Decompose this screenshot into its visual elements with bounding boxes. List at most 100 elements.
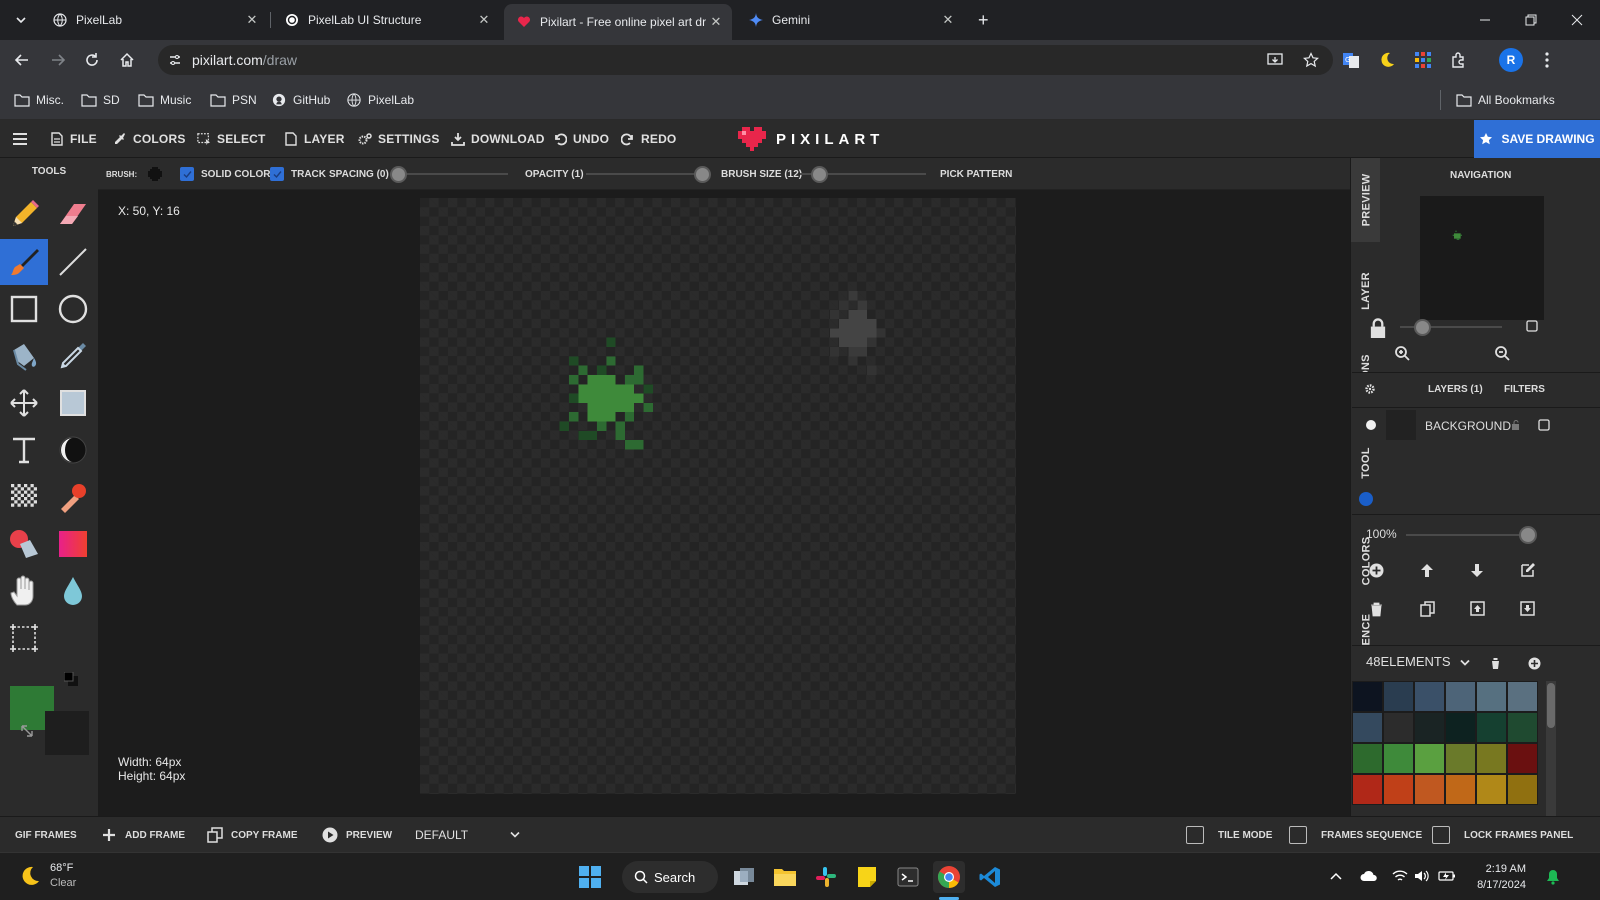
shade-tool[interactable] [49,427,97,473]
palette-swatch[interactable] [1445,743,1476,774]
battery-icon[interactable] [1438,869,1456,883]
new-tab-button[interactable]: + [972,6,1000,34]
menu-settings[interactable]: SETTINGS [358,120,440,158]
wifi-icon[interactable] [1392,869,1408,883]
brush-size-slider-thumb[interactable] [811,166,828,183]
side-tab-preview[interactable]: PREVIEW [1351,158,1381,242]
blur-tool[interactable] [49,568,97,614]
save-drawing-button[interactable]: SAVE DRAWING [1474,120,1600,158]
gear-icon[interactable] [1364,383,1376,395]
solid-color-checkbox[interactable]: SOLID COLOR [180,158,270,190]
palette-swatch[interactable] [1352,712,1383,743]
layer-row[interactable]: BACKGROUND [1352,408,1600,442]
text-tool[interactable] [0,427,48,473]
close-window-icon[interactable] [1554,0,1600,40]
lock-icon[interactable] [1368,318,1388,338]
spacing-slider-track[interactable] [398,173,508,175]
frames-sequence-checkbox[interactable]: FRAMES SEQUENCE [1289,817,1422,853]
windows-start-icon[interactable] [574,861,606,893]
palette-swatch[interactable] [1352,774,1383,805]
edit-layer-icon[interactable] [1520,562,1536,578]
bookmark-github[interactable]: GitHub [271,90,330,110]
frame-mode-select[interactable]: DEFAULT [415,817,520,853]
bucket-tool[interactable] [0,333,48,379]
file-explorer-icon[interactable] [769,861,801,893]
fit-checkbox-icon[interactable] [1526,320,1538,332]
move-layer-up-icon[interactable] [1420,563,1434,578]
zoom-in-icon[interactable] [1395,346,1410,361]
sticky-notes-icon[interactable] [851,861,883,893]
forward-arrow-icon[interactable] [46,48,70,72]
opacity-slider-track[interactable] [586,173,706,175]
eyedropper-tool[interactable] [49,333,97,379]
add-frame-button[interactable]: ADD FRAME [101,817,185,853]
terminal-icon[interactable] [892,861,924,893]
add-layer-icon[interactable] [1369,563,1384,578]
close-icon[interactable]: ✕ [474,12,494,28]
duplicate-layer-icon[interactable] [1420,601,1435,617]
bookmark-folder-misc[interactable]: Misc. [14,90,64,110]
color-replace-tool[interactable] [0,521,48,567]
translate-extension-icon[interactable]: G [1341,50,1361,70]
palette-swatch[interactable] [1507,743,1538,774]
more-menu-icon[interactable] [1537,50,1557,70]
home-icon[interactable] [115,48,139,72]
layer-opacity-slider-thumb[interactable] [1519,526,1537,544]
opacity-slider-thumb[interactable] [694,166,711,183]
slack-icon[interactable] [810,861,842,893]
layer-lock-icon[interactable] [1511,420,1521,430]
add-palette-icon[interactable] [1528,657,1541,670]
move-tool[interactable] [0,380,48,426]
close-icon[interactable]: ✕ [706,14,726,30]
tile-mode-checkbox[interactable]: TILE MODE [1186,817,1272,853]
layer-opacity-slider-track[interactable] [1406,534,1530,536]
menu-select[interactable]: SELECT [197,120,266,158]
volume-icon[interactable] [1414,869,1430,883]
move-layer-down-icon[interactable] [1470,563,1484,578]
drawing-canvas[interactable] [420,198,1016,794]
navigation-preview[interactable] [1420,196,1544,320]
brush-tool[interactable] [0,239,48,285]
menu-colors[interactable]: COLORS [113,120,186,158]
palette-swatch[interactable] [1383,681,1414,712]
notification-bell-icon[interactable] [1546,869,1560,885]
line-tool[interactable] [49,239,97,285]
clock[interactable]: 2:19 AM 8/17/2024 [1468,861,1526,893]
copy-frame-button[interactable]: COPY FRAME [207,817,298,853]
task-view-icon[interactable] [728,861,760,893]
tab-search-button[interactable] [8,6,36,34]
palette-select[interactable]: 48ELEMENTS [1366,654,1451,669]
merge-down-icon[interactable] [1520,601,1535,616]
layer-visibility-dot[interactable] [1366,420,1376,430]
hamburger-menu-icon[interactable] [13,120,27,158]
palette-swatch[interactable] [1445,681,1476,712]
close-icon[interactable]: ✕ [938,12,958,28]
minimize-icon[interactable] [1462,0,1508,40]
palette-swatch[interactable] [1383,743,1414,774]
pencil-tool[interactable] [0,192,48,238]
zoom-out-icon[interactable] [1495,346,1510,361]
preview-frames-button[interactable]: PREVIEW [322,817,392,853]
merge-up-icon[interactable] [1470,601,1485,616]
close-icon[interactable]: ✕ [242,12,262,28]
hand-tool[interactable] [0,568,48,614]
selection-tool[interactable] [49,380,97,426]
swap-colors-icon[interactable] [20,724,34,738]
bookmark-folder-music[interactable]: Music [138,90,191,110]
browser-tab-pixellab[interactable]: PixelLab ✕ [40,6,268,34]
palette-swatch[interactable] [1414,681,1445,712]
palette-scrollbar[interactable] [1546,681,1556,816]
menu-file[interactable]: FILE [50,120,97,158]
layer-checkbox-icon[interactable] [1538,419,1550,431]
grid-extension-icon[interactable] [1413,50,1433,70]
dither-tool[interactable] [0,474,48,520]
palette-swatch[interactable] [1476,774,1507,805]
pick-pattern-button[interactable]: PICK PATTERN [940,158,1012,190]
browser-tab-gemini[interactable]: Gemini ✕ [736,6,964,34]
restore-icon[interactable] [1508,0,1554,40]
palette-swatch[interactable] [1507,681,1538,712]
delete-palette-icon[interactable] [1490,657,1501,670]
palette-swatch[interactable] [1507,774,1538,805]
bookmark-folder-psn[interactable]: PSN [210,90,257,110]
extensions-puzzle-icon[interactable] [1449,50,1469,70]
